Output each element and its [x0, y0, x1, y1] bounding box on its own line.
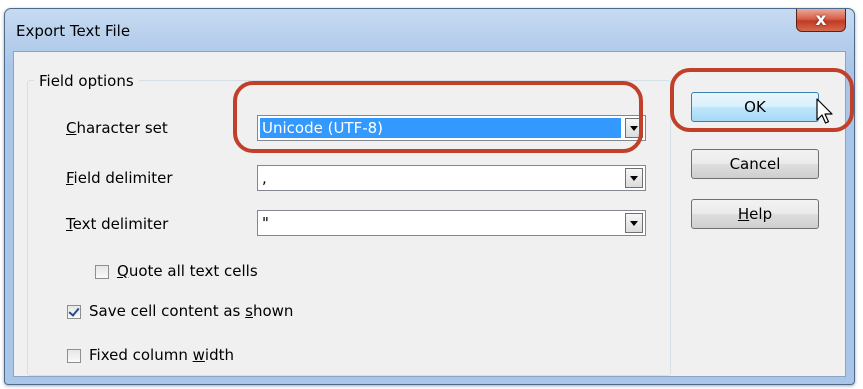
help-button[interactable]: Help — [691, 199, 819, 229]
mouse-cursor-icon — [816, 98, 833, 124]
fixed-width-label[interactable]: Fixed column width — [89, 346, 234, 364]
save-as-shown-checkbox[interactable] — [67, 305, 81, 319]
quote-all-label[interactable]: Quote all text cells — [117, 262, 258, 280]
character-set-select[interactable]: Unicode (UTF-8) — [257, 115, 646, 141]
character-set-label: Character set — [66, 119, 168, 137]
cancel-button[interactable]: Cancel — [691, 149, 819, 179]
title-bar[interactable]: Export Text File x — [5, 9, 854, 51]
chevron-down-icon[interactable] — [625, 213, 643, 233]
text-delimiter-value: " — [262, 214, 269, 232]
text-delimiter-label: Text delimiter — [66, 215, 169, 233]
text-delimiter-select[interactable]: " — [257, 210, 646, 236]
ok-button[interactable]: OK — [691, 92, 819, 122]
dialog-title: Export Text File — [16, 22, 131, 40]
field-delimiter-value: , — [262, 169, 267, 187]
dialog-body: Field options Character set Unicode (UTF… — [13, 51, 846, 377]
field-delimiter-label: Field delimiter — [66, 169, 173, 187]
close-button[interactable]: x — [796, 9, 846, 32]
chevron-down-icon[interactable] — [625, 168, 643, 188]
save-as-shown-label[interactable]: Save cell content as shown — [89, 302, 293, 320]
fixed-width-checkbox[interactable] — [67, 349, 81, 363]
chevron-down-icon[interactable] — [625, 118, 643, 138]
close-icon: x — [815, 10, 827, 30]
export-text-file-dialog: Export Text File x Field options Charact… — [4, 8, 855, 385]
character-set-value: Unicode (UTF-8) — [260, 118, 621, 138]
field-delimiter-select[interactable]: , — [257, 165, 646, 191]
quote-all-checkbox[interactable] — [95, 265, 109, 279]
field-options-label: Field options — [34, 72, 139, 90]
